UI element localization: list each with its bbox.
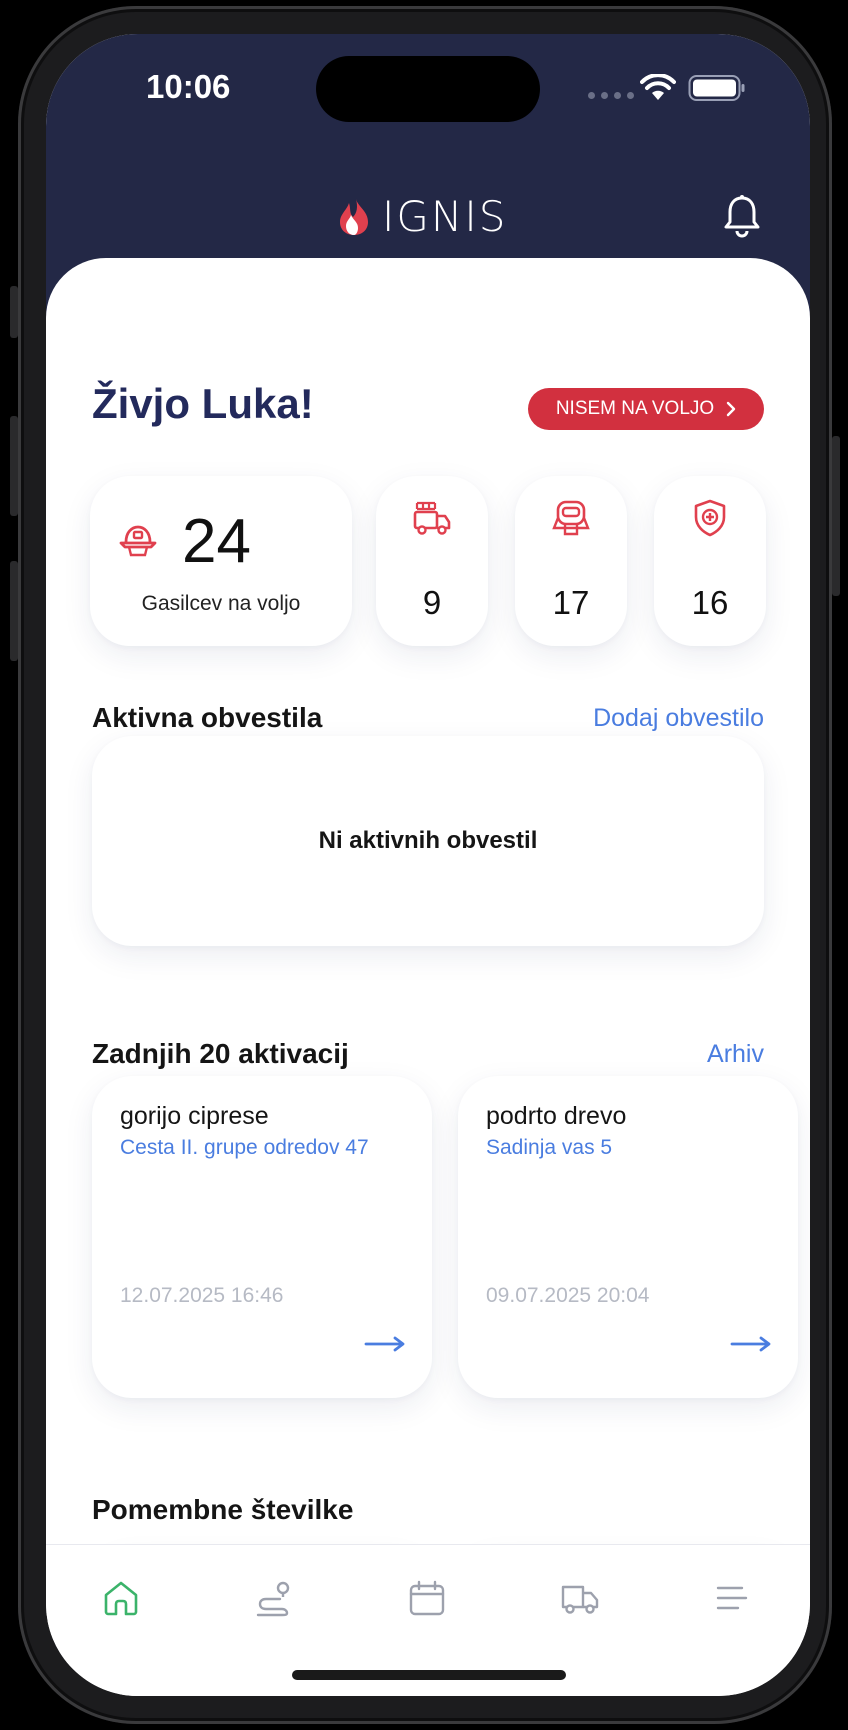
activation-address: Cesta II. grupe odredov 47 [120,1136,369,1159]
activation-title: podrto drevo [486,1102,627,1130]
stat-equipment-card[interactable]: 17 [515,476,627,646]
stat-medical-card[interactable]: 16 [654,476,766,646]
fire-truck-icon [413,501,451,535]
bell-icon[interactable] [722,194,762,238]
menu-icon[interactable] [714,1579,750,1617]
stat-vehicles-card[interactable]: 9 [376,476,488,646]
app-screen: 10:06 IGNIS Živjo Luka! NISEM NA VOLJO 2… [46,34,810,1696]
power-button [832,436,840,596]
calendar-icon[interactable] [408,1579,446,1617]
greeting-title: Živjo Luka! [92,380,314,427]
activation-card[interactable]: podrto drevo Sadinja vas 5 09.07.2025 20… [458,1076,798,1398]
notices-empty-text: Ni aktivnih obvestil [318,827,538,854]
notices-section-title: Aktivna obvestila [92,702,323,733]
availability-button-label: NISEM NA VOLJO [555,398,715,419]
medical-count: 16 [691,584,729,621]
availability-button[interactable]: NISEM NA VOLJO [528,388,764,430]
brand-logo: IGNIS [336,192,507,241]
equipment-count: 17 [552,584,590,621]
notices-card: Ni aktivnih obvestil [92,736,764,946]
stat-firefighters-card[interactable]: 24 Gasilcev na voljo [90,476,352,646]
brand-name: IGNIS [382,192,508,241]
chevron-right-icon [726,401,736,417]
volume-down-button [10,561,18,661]
arrow-right-icon [364,1336,405,1352]
home-indicator[interactable] [292,1670,566,1680]
archive-link[interactable]: Arhiv [707,1040,764,1069]
activation-address: Sadinja vas 5 [486,1136,613,1159]
truck-icon[interactable] [560,1579,600,1617]
dynamic-island [316,56,540,122]
firefighters-available-count: 24 [182,507,251,576]
volume-up-button [10,416,18,516]
firefighter-helmet-icon [119,525,157,557]
activation-date: 12.07.2025 16:46 [120,1284,284,1307]
signal-icon [588,92,634,99]
wifi-icon [640,74,676,100]
flame-icon [340,198,368,235]
important-numbers-title: Pomembne številke [92,1494,354,1525]
activation-title: gorijo ciprese [120,1102,269,1130]
status-time: 10:06 [146,68,231,105]
vehicles-count: 9 [422,584,442,621]
breathing-apparatus-icon [552,500,590,536]
activation-date: 09.07.2025 20:04 [486,1284,650,1307]
medical-shield-icon [694,499,726,537]
main-content: Živjo Luka! NISEM NA VOLJO 24 Gasilcev n… [46,258,810,1584]
silent-switch [10,286,18,338]
battery-icon [688,75,745,101]
route-icon[interactable] [254,1579,294,1617]
add-notice-link[interactable]: Dodaj obvestilo [593,704,764,733]
activation-card[interactable]: gorijo ciprese Cesta II. grupe odredov 4… [92,1076,432,1398]
home-icon[interactable] [102,1579,140,1617]
activations-section-title: Zadnjih 20 aktivacij [92,1038,349,1069]
firefighters-available-label: Gasilcev na voljo [141,592,301,615]
arrow-right-icon [730,1336,771,1352]
